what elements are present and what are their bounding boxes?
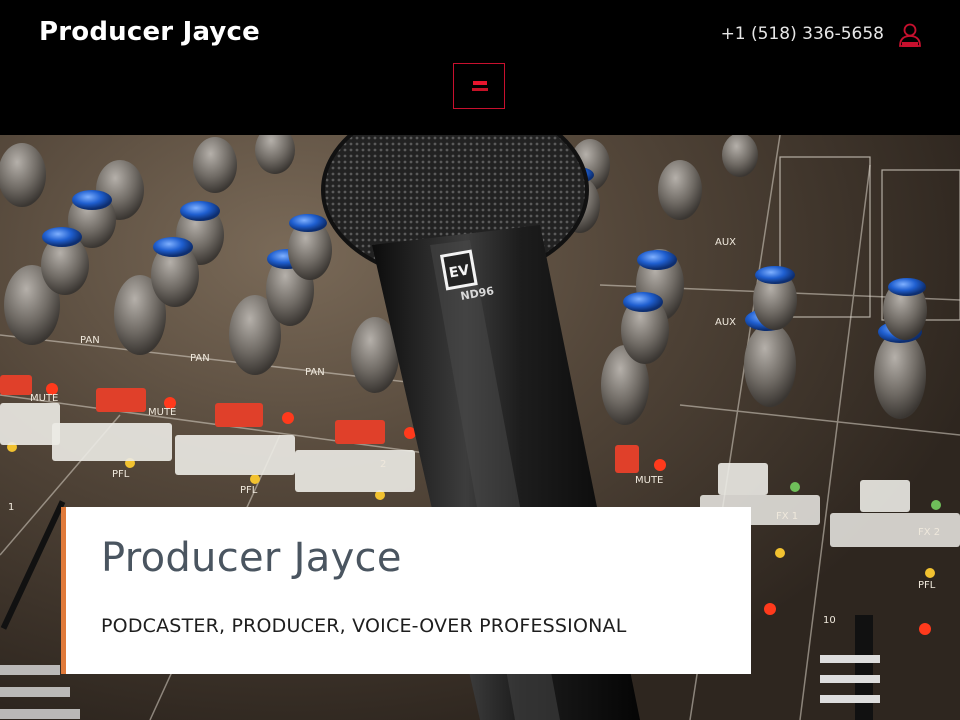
console-label: 1 (8, 502, 14, 513)
hero-image: EV ND96 PAN PAN PAN MUTE MUTE MUTE PFL P… (0, 135, 960, 720)
console-label: 2 (380, 459, 386, 470)
hero-subtitle: PODCASTER, PRODUCER, VOICE-OVER PROFESSI… (101, 615, 627, 637)
console-label: FX 2 (918, 527, 940, 538)
console-label: FX 1 (776, 511, 798, 522)
menu-icon[interactable] (453, 63, 505, 109)
console-label: PFL (112, 469, 130, 480)
console-label: 10 (823, 615, 836, 626)
hero-card: Producer Jayce PODCASTER, PRODUCER, VOIC… (61, 507, 751, 674)
menu-bar (472, 88, 488, 91)
menu-bar (473, 81, 487, 85)
console-label: MUTE (30, 393, 58, 404)
user-icon[interactable] (898, 22, 922, 48)
console-label: MUTE (635, 475, 663, 486)
console-label: PAN (305, 367, 325, 378)
console-label: PFL (918, 580, 936, 591)
console-label: PAN (80, 335, 100, 346)
site-header: Producer Jayce +1 (518) 336-5658 (0, 0, 960, 135)
brand-logo-link[interactable]: Producer Jayce (39, 17, 260, 47)
hero-title: Producer Jayce (101, 535, 402, 581)
console-label-panel (779, 156, 960, 321)
console-label: AUX (715, 237, 736, 248)
phone-link[interactable]: +1 (518) 336-5658 (721, 24, 884, 44)
console-label: AUX (715, 317, 736, 328)
console-label: PFL (240, 485, 258, 496)
console-label: MUTE (148, 407, 176, 418)
console-label: PAN (190, 353, 210, 364)
